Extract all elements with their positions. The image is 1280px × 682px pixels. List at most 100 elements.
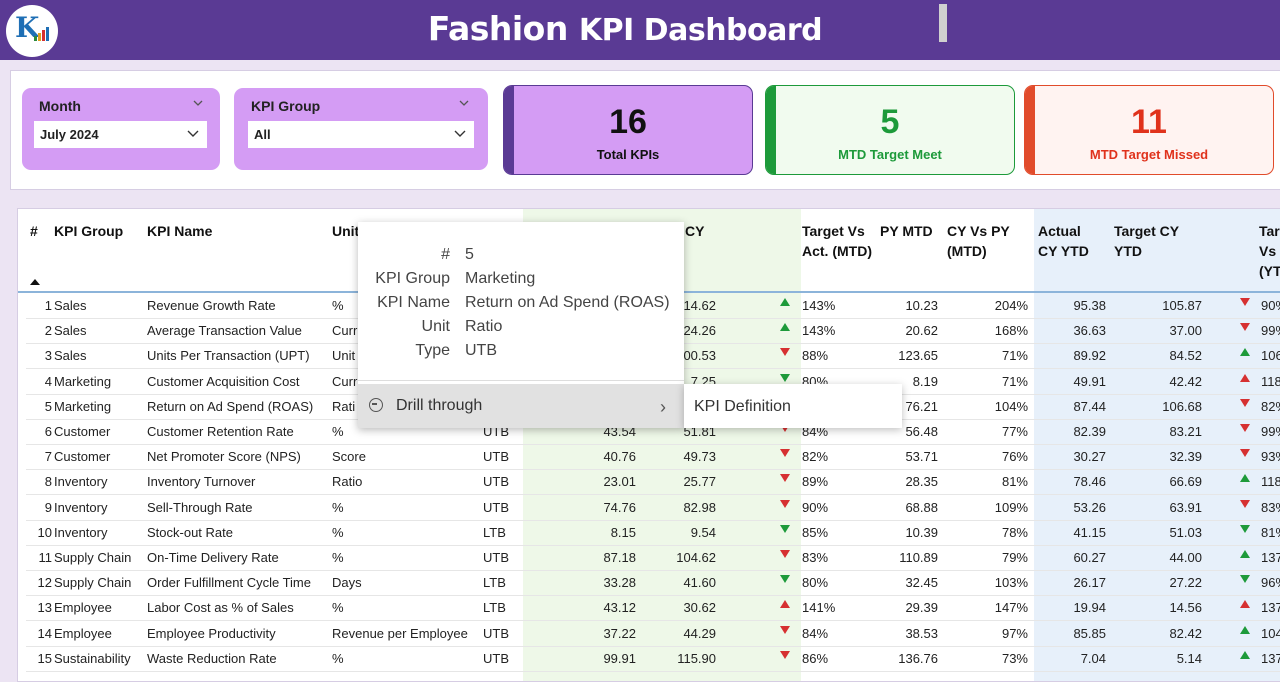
header-target-ytd[interactable]: Target CY YTD — [1114, 221, 1194, 261]
month-slicer[interactable]: Month July 2024 — [22, 88, 220, 170]
triangle-down-icon — [1240, 398, 1250, 407]
cell-type: UTB — [483, 625, 509, 641]
cell-name: Order Fulfillment Cycle Time — [147, 575, 311, 591]
cell-target: 41.60 — [683, 575, 716, 591]
mtd-meet-caption: MTD Target Meet — [838, 147, 942, 162]
cell-act-ytd: 7.04 — [1080, 650, 1106, 666]
header-bar: K Fashion KPI Dashboard — [0, 0, 1280, 60]
header-target-vs-ytd[interactable]: Target Vs (YTD) — [1259, 221, 1280, 281]
kpi-definition-menu-item[interactable]: KPI Definition — [684, 384, 902, 428]
table-row[interactable]: 13 Employee Labor Cost as % of Sales% LTB 43… — [26, 595, 1280, 622]
header-cy-vs-py[interactable]: CY Vs PY (MTD) — [947, 221, 1027, 261]
cell-unit: Unit — [332, 348, 356, 364]
tooltip-key-unit: Unit — [421, 318, 450, 335]
drill-through-menu-item[interactable]: Drill through › — [358, 384, 684, 428]
cell-tva: 80% — [802, 575, 829, 591]
cell-type: LTB — [483, 524, 506, 540]
cell-name: Stock-out Rate — [147, 524, 233, 540]
month-dropdown[interactable]: July 2024 — [34, 121, 207, 148]
table-row[interactable]: 12 Supply Chain Order Fulfillment Cycle Ti… — [26, 570, 1280, 597]
cell-tgt-ytd: 42.42 — [1169, 373, 1202, 389]
cell-name: Waste Reduction Rate — [147, 650, 277, 666]
cell-n: 15 — [37, 650, 52, 666]
cell-type: UTB — [483, 650, 509, 666]
header-index[interactable]: # — [30, 221, 38, 241]
cell-actual: 37.22 — [603, 625, 636, 641]
cell-name: Employee Productivity — [147, 625, 276, 641]
cell-unit: Curr — [332, 323, 358, 339]
cell-n: 6 — [44, 424, 52, 439]
cell-group: Customer — [54, 449, 111, 465]
cell-unit: % — [332, 550, 344, 565]
kpi-definition-label: KPI Definition — [694, 398, 791, 415]
cell-group: Sustainability — [54, 650, 131, 666]
cell-actual: 87.18 — [603, 550, 636, 565]
cell-n: 2 — [44, 323, 52, 339]
table-row[interactable]: 7 Customer Net Promoter Score (NPS) Score UT… — [26, 444, 1280, 471]
triangle-up-icon — [780, 298, 790, 306]
cell-type: UTB — [483, 474, 509, 490]
tooltip-separator — [358, 380, 684, 381]
chevron-down-icon[interactable] — [454, 127, 466, 139]
cell-group: Employee — [54, 625, 112, 641]
cell-group: Supply Chain — [54, 550, 132, 565]
tooltip-value-name: Return on Ad Spend (ROAS) — [465, 294, 670, 311]
header-kpi-group[interactable]: KPI Group — [54, 221, 123, 241]
cell-pymtd: 136.76 — [898, 650, 938, 666]
chevron-down-icon[interactable] — [458, 97, 470, 109]
triangle-up-icon — [1240, 550, 1250, 558]
cell-n: 9 — [44, 499, 52, 515]
mtd-missed-caption: MTD Target Missed — [1089, 147, 1209, 162]
header-kpi-name[interactable]: KPI Name — [147, 221, 212, 241]
kpi-group-dropdown[interactable]: All — [248, 121, 474, 148]
cell-ytd-pct: 137 — [1261, 600, 1280, 616]
cell-n: 13 — [37, 600, 52, 616]
cell-unit: Revenue per Employee — [332, 625, 468, 641]
kpi-group-slicer[interactable]: KPI Group All — [234, 88, 488, 170]
cell-cyvspy: 73% — [1001, 650, 1028, 666]
cell-n: 3 — [44, 348, 52, 364]
table-row[interactable]: 10 Inventory Stock-out Rate% LTB 8.15 9.54 85%… — [26, 520, 1280, 546]
table-row[interactable]: 8 Inventory Inventory Turnover Ratio UTB 23.0… — [26, 469, 1280, 496]
table-row[interactable]: 15 Sustainability Waste Reduction Rate% UTB… — [26, 646, 1280, 672]
header-py-mtd[interactable]: PY MTD — [880, 221, 933, 241]
cell-tva: 84% — [802, 625, 829, 641]
triangle-down-icon — [780, 373, 790, 382]
cell-ytd-pct: 90% — [1261, 298, 1280, 313]
chevron-down-icon[interactable] — [192, 97, 204, 109]
cell-unit: % — [332, 499, 344, 515]
cell-unit: % — [332, 600, 344, 616]
table-row[interactable]: 9 Inventory Sell-Through Rate% UTB 74.76 82.9… — [26, 495, 1280, 521]
table-row[interactable]: 11 Supply Chain On-Time Delivery Rate% UTB 8… — [26, 545, 1280, 571]
cell-n: 4 — [44, 373, 52, 389]
cell-tgt-ytd: 83.21 — [1169, 424, 1202, 439]
cell-act-ytd: 53.26 — [1073, 499, 1106, 515]
cell-cyvspy: 103% — [994, 575, 1028, 591]
header-unit[interactable]: Unit — [332, 221, 359, 241]
cell-act-ytd: 49.91 — [1073, 373, 1106, 389]
header-cy[interactable]: CY — [685, 221, 704, 241]
cell-unit: Score — [332, 449, 366, 465]
cell-act-ytd: 36.63 — [1073, 323, 1106, 339]
sort-ascending-icon[interactable] — [30, 279, 40, 285]
mtd-target-meet-card: 5 MTD Target Meet — [765, 85, 1015, 175]
table-row[interactable]: 14 Employee Employee Productivity Revenue p… — [26, 621, 1280, 647]
triangle-up-icon — [1240, 348, 1250, 357]
cell-cyvspy: 97% — [1001, 625, 1028, 641]
cell-tgt-ytd: 82.42 — [1169, 625, 1202, 641]
cell-cyvspy: 79% — [1001, 550, 1028, 565]
header-target-vs-actual[interactable]: Target Vs Act. (MTD) — [802, 221, 874, 261]
triangle-up-icon — [1240, 650, 1250, 659]
cell-actual: 74.76 — [603, 499, 636, 515]
chevron-down-icon[interactable] — [187, 127, 199, 139]
cell-cyvspy: 71% — [1001, 373, 1028, 389]
cell-name: Sell-Through Rate — [147, 499, 253, 515]
cell-ytd-pct: 81% — [1261, 524, 1280, 540]
drill-through-icon — [369, 398, 383, 412]
cell-tva: 90% — [802, 499, 829, 515]
triangle-down-icon — [780, 474, 790, 483]
drill-through-label: Drill through — [396, 397, 483, 414]
cell-tgt-ytd: 5.14 — [1176, 650, 1202, 666]
header-actual-ytd[interactable]: Actual CY YTD — [1038, 221, 1098, 261]
cell-cyvspy: 104% — [994, 398, 1028, 414]
